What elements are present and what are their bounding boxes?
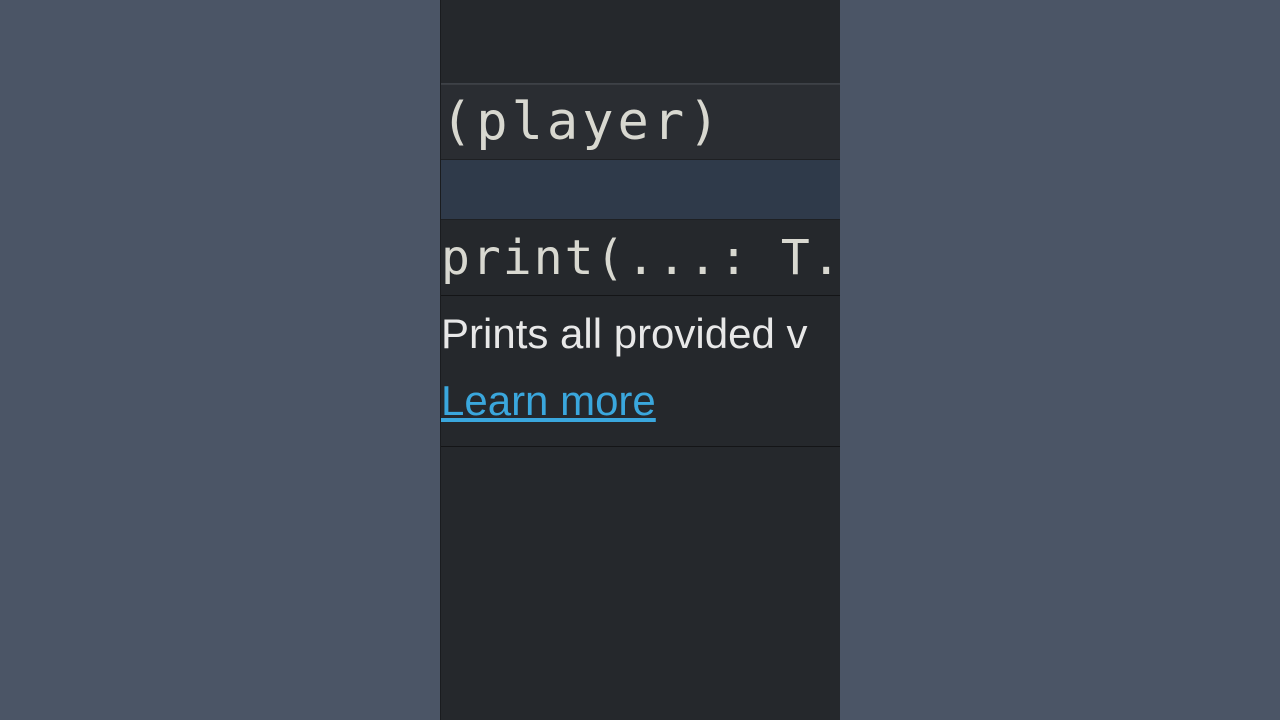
editor-top-area — [441, 0, 840, 84]
code-line[interactable]: (player) — [441, 84, 840, 160]
tooltip-description-text: Prints all provided v — [441, 304, 840, 365]
active-cursor-line[interactable] — [441, 160, 840, 220]
editor-viewport: (player) print(...: T.. Prints all provi… — [440, 0, 840, 720]
editor-bottom-area — [441, 447, 840, 720]
code-text: (player) — [441, 92, 723, 152]
tooltip-description-box: Prints all provided v Learn more — [441, 296, 840, 447]
letterbox-left — [0, 0, 440, 720]
tooltip-signature-row: print(...: T.. — [441, 220, 840, 296]
signature-text: print(...: T.. — [441, 230, 840, 286]
letterbox-right — [840, 0, 1280, 720]
learn-more-link[interactable]: Learn more — [441, 369, 656, 432]
